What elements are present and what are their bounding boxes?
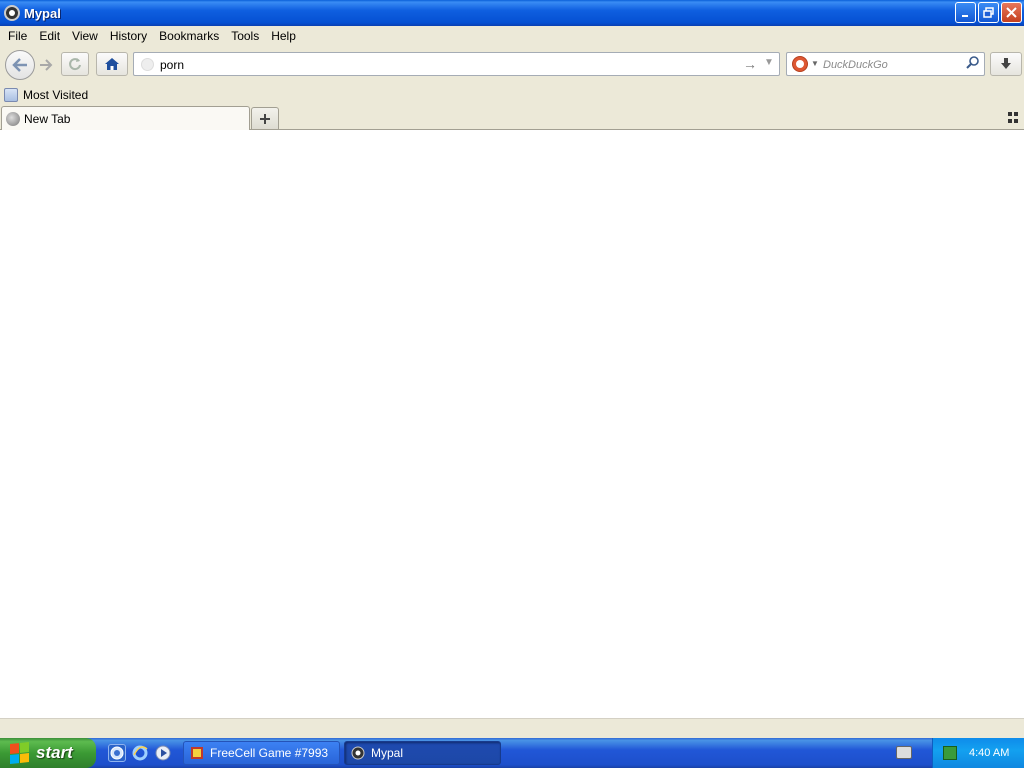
url-input[interactable] (160, 56, 730, 73)
taskbar-item-mypal[interactable]: Mypal (344, 741, 501, 765)
duckduckgo-engine-icon[interactable] (792, 56, 808, 72)
restore-button[interactable] (978, 2, 999, 23)
grid-icon (1008, 112, 1012, 116)
taskbar: start FreeCell Game #7993 Mypal 4:40 AM (0, 738, 1024, 768)
clock[interactable]: 4:40 AM (969, 747, 1009, 759)
reload-button[interactable] (61, 52, 89, 76)
taskbar-item-label: Mypal (371, 746, 404, 760)
minimize-button[interactable] (955, 2, 976, 23)
quicklaunch-browser-icon[interactable] (108, 744, 126, 762)
tab-new-tab[interactable]: New Tab (1, 106, 250, 130)
go-arrow-icon[interactable]: → (743, 56, 757, 72)
all-tabs-button[interactable] (1008, 112, 1020, 124)
address-bar[interactable]: → ▼ (133, 52, 780, 76)
tab-strip: New Tab (0, 106, 1024, 130)
window-title: Mypal (24, 5, 61, 21)
home-button[interactable] (96, 52, 128, 76)
keyboard-layout-icon[interactable] (896, 746, 912, 759)
downloads-button[interactable] (990, 52, 1022, 76)
engine-dropdown-icon[interactable]: ▼ (811, 59, 819, 68)
forward-arrow-icon (40, 59, 53, 71)
menu-view[interactable]: View (66, 29, 104, 43)
history-dropmarker-icon[interactable]: ▼ (764, 57, 774, 68)
menu-file[interactable]: File (2, 29, 33, 43)
back-button[interactable] (5, 50, 35, 80)
globe-icon (6, 111, 20, 126)
window-controls (955, 2, 1022, 23)
tab-label: New Tab (24, 111, 71, 126)
quicklaunch-ie-icon[interactable] (131, 744, 149, 762)
freecell-icon (191, 747, 203, 759)
home-icon (105, 58, 119, 70)
quicklaunch-media-player-icon[interactable] (154, 744, 172, 762)
restore-icon (983, 7, 994, 18)
most-visited-bookmark[interactable]: Most Visited (23, 88, 88, 102)
system-tray: 4:40 AM (932, 738, 1024, 768)
search-magnifier-icon[interactable] (966, 56, 979, 72)
search-input[interactable] (823, 56, 963, 73)
menu-edit[interactable]: Edit (33, 29, 66, 43)
menu-tools[interactable]: Tools (225, 29, 265, 43)
menu-bar: File Edit View History Bookmarks Tools H… (0, 26, 1024, 46)
menu-bookmarks[interactable]: Bookmarks (153, 29, 225, 43)
title-bar: Mypal (0, 0, 1024, 26)
bookmarks-toolbar: Most Visited (0, 84, 1024, 106)
start-button[interactable]: start (0, 738, 96, 768)
close-icon (1006, 7, 1017, 18)
network-icon[interactable] (943, 746, 957, 760)
search-bar[interactable]: ▼ (786, 52, 985, 76)
mypal-app-icon[interactable] (4, 5, 20, 21)
status-bar (0, 718, 1024, 738)
windows-flag-icon (10, 742, 30, 765)
menu-history[interactable]: History (104, 29, 153, 43)
start-label: start (36, 743, 73, 762)
taskbar-item-freecell[interactable]: FreeCell Game #7993 (183, 741, 340, 765)
navigation-toolbar: → ▼ ▼ (0, 47, 1024, 83)
download-arrow-icon (1001, 58, 1011, 69)
mypal-icon (351, 746, 365, 760)
taskbar-item-label: FreeCell Game #7993 (210, 746, 329, 760)
most-visited-folder-icon (4, 88, 18, 102)
reload-icon (69, 58, 81, 71)
plus-icon (260, 113, 270, 124)
minimize-icon (961, 14, 968, 17)
close-button[interactable] (1001, 2, 1022, 23)
new-tab-button[interactable] (251, 107, 279, 129)
menu-help[interactable]: Help (265, 29, 302, 43)
magnifier-icon (966, 56, 979, 69)
forward-button[interactable] (35, 55, 57, 75)
back-arrow-icon (12, 58, 27, 72)
site-identity-icon[interactable] (141, 58, 154, 71)
page-content[interactable] (0, 130, 1024, 718)
